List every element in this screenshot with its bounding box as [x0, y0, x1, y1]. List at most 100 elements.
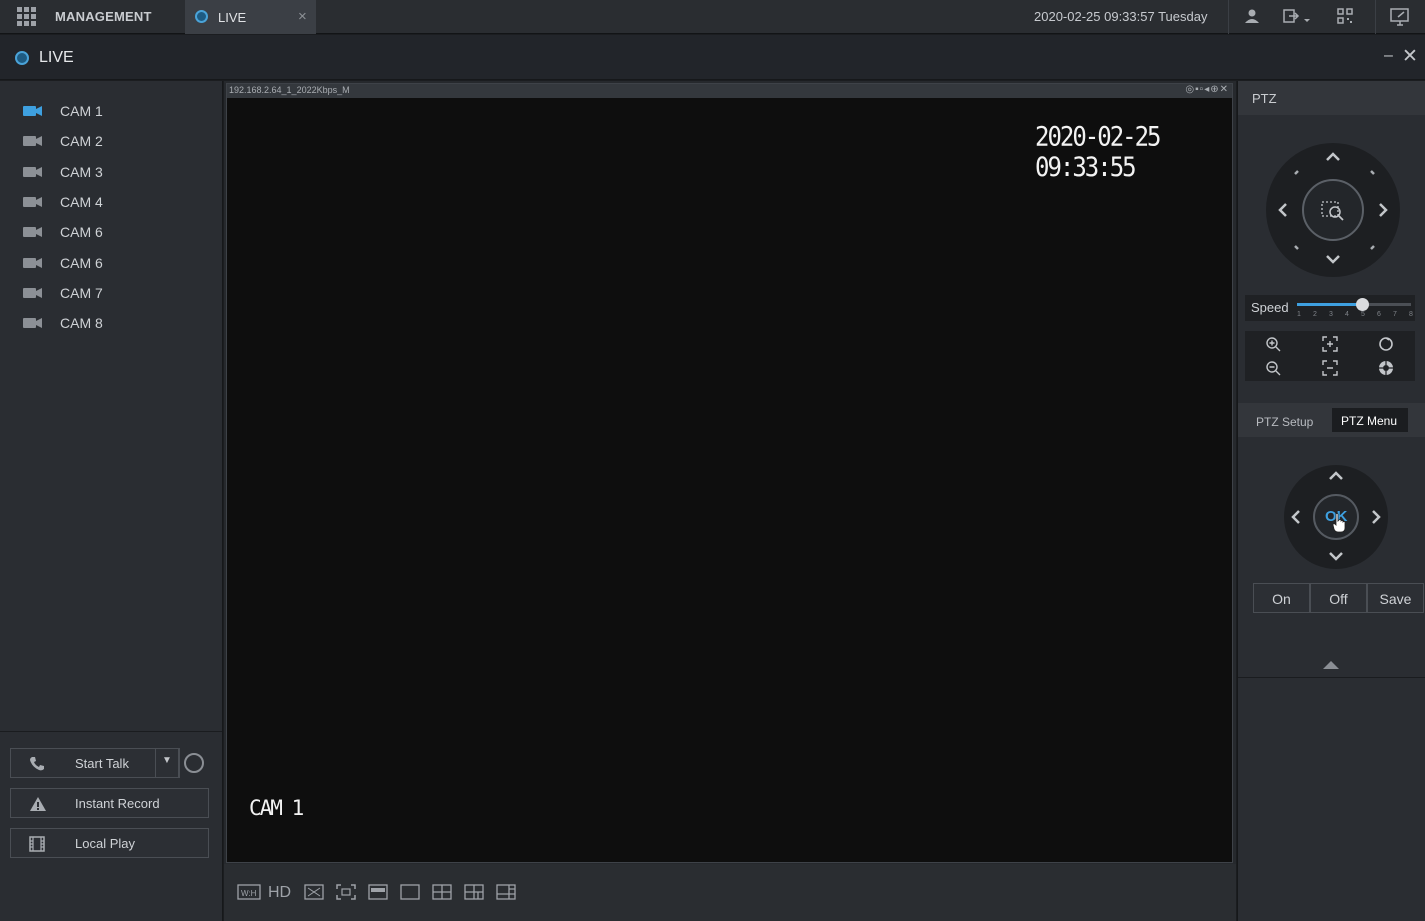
- user-icon: [1245, 9, 1259, 23]
- page-title: LIVE: [39, 49, 74, 66]
- zoom-out-icon[interactable]: [1265, 360, 1281, 376]
- live-title-bar: LIVE – ✕: [0, 35, 1425, 80]
- close-icon[interactable]: ✕: [1402, 45, 1418, 68]
- phone-icon: [30, 757, 44, 771]
- tab-live-label: LIVE: [218, 10, 247, 25]
- chevron-down-icon: ▼: [162, 755, 172, 766]
- qr-button[interactable]: [1323, 0, 1368, 34]
- speed-tick: 7: [1393, 311, 1397, 318]
- stream-info: 192.168.2.64_1_2022Kbps_M: [229, 85, 350, 95]
- logout-button[interactable]: [1273, 0, 1323, 34]
- speed-slider-handle[interactable]: [1356, 298, 1370, 311]
- camera-icon: [23, 136, 42, 147]
- camera-item[interactable]: CAM 7: [0, 278, 222, 308]
- divider: [1238, 677, 1425, 678]
- tab-ptz-menu-label: PTZ Menu: [1341, 414, 1398, 428]
- focus-far-icon[interactable]: [1322, 360, 1338, 376]
- ptz-header: PTZ: [1238, 81, 1425, 115]
- focus-near-icon[interactable]: [1322, 336, 1338, 352]
- stream-quality-icon[interactable]: [304, 884, 324, 900]
- live-indicator-icon: [15, 51, 29, 65]
- warning-icon: [30, 797, 46, 811]
- camera-item[interactable]: CAM 1: [0, 96, 222, 126]
- speed-tick: 2: [1313, 311, 1317, 318]
- layout-1-icon[interactable]: [400, 884, 420, 900]
- camera-label: CAM 3: [60, 163, 103, 180]
- local-play-label: Local Play: [75, 836, 135, 851]
- speed-tick: 6: [1377, 311, 1381, 318]
- speed-tick: 4: [1345, 311, 1349, 318]
- app-grid-icon[interactable]: [16, 6, 38, 28]
- management-tab[interactable]: MANAGEMENT: [55, 9, 152, 24]
- speed-tick: 8: [1409, 311, 1413, 318]
- camera-icon: [23, 257, 42, 268]
- video-header-icons[interactable]: ◎▪▫◂⊕✕: [1185, 84, 1229, 95]
- camera-item[interactable]: CAM 8: [0, 308, 222, 338]
- speed-slider[interactable]: [1297, 298, 1411, 311]
- instant-record-button[interactable]: Instant Record: [10, 788, 209, 818]
- camera-icon: [23, 196, 42, 207]
- pan-right-icon: [1379, 203, 1388, 217]
- camera-item[interactable]: CAM 6: [0, 248, 222, 278]
- tab-close-icon[interactable]: ×: [298, 8, 307, 25]
- divider: [0, 731, 222, 732]
- display-button[interactable]: [1375, 0, 1425, 34]
- tab-ptz-setup[interactable]: PTZ Setup: [1256, 415, 1313, 429]
- monitor-icon: [1390, 8, 1409, 26]
- zoom-focus-iris-controls: [1245, 331, 1415, 381]
- fullscreen-icon[interactable]: [336, 884, 356, 900]
- hd-toggle[interactable]: HD: [268, 884, 291, 902]
- zoom-in-icon[interactable]: [1265, 336, 1281, 352]
- local-play-button[interactable]: Local Play: [10, 828, 209, 858]
- ptz-off-button[interactable]: Off: [1310, 583, 1367, 613]
- speed-tick: 3: [1329, 311, 1333, 318]
- menu-direction-pad[interactable]: OK: [1284, 465, 1388, 569]
- camera-label: CAM 2: [60, 133, 103, 150]
- ptz-on-button[interactable]: On: [1253, 583, 1310, 613]
- pan-down-icon: [1326, 255, 1340, 264]
- camera-icon: [23, 318, 42, 329]
- ptz-direction-pad[interactable]: [1266, 143, 1400, 277]
- osd-camera-name: CAM 1: [249, 796, 304, 820]
- tour-icon[interactable]: [368, 884, 388, 900]
- camera-label: CAM 1: [60, 103, 103, 119]
- camera-icon: [23, 227, 42, 238]
- camera-item[interactable]: CAM 2: [0, 126, 222, 156]
- camera-item[interactable]: CAM 3: [0, 157, 222, 187]
- pan-up-icon: [1326, 152, 1340, 161]
- collapse-panel-icon[interactable]: [1323, 661, 1339, 669]
- iris-open-icon[interactable]: [1378, 336, 1394, 352]
- camera-item[interactable]: CAM 6: [0, 217, 222, 247]
- menu-right-icon: [1372, 510, 1381, 524]
- camera-label: CAM 6: [60, 224, 103, 241]
- camera-sidebar: CAM 1 CAM 2 CAM 3 CAM 4 CAM 6 CAM 6 CAM 7 CAM 8…: [0, 81, 223, 921]
- ptz-panel: PTZ Speed 12345678 PTZ Setup PTZ Menu On…: [1237, 81, 1425, 921]
- user-button[interactable]: [1228, 0, 1273, 34]
- start-talk-label: Start Talk: [75, 756, 129, 771]
- talk-status-icon[interactable]: [184, 753, 204, 773]
- video-window[interactable]: 192.168.2.64_1_2022Kbps_M ◎▪▫◂⊕✕ 2020-02…: [226, 83, 1233, 863]
- video-toolbar: W:H HD: [224, 864, 1236, 921]
- ptz-save-button[interactable]: Save: [1367, 583, 1424, 613]
- video-header: 192.168.2.64_1_2022Kbps_M ◎▪▫◂⊕✕: [227, 84, 1232, 98]
- speed-ticks: 1 2 3 4 5 6 7 8: [1297, 311, 1413, 318]
- talk-options-dropdown[interactable]: ▼: [155, 748, 179, 778]
- layout-6-icon[interactable]: [464, 884, 484, 900]
- layout-custom-icon[interactable]: [496, 884, 516, 900]
- camera-icon: [23, 287, 42, 298]
- ptz-on-label: On: [1272, 591, 1291, 607]
- tab-ptz-menu[interactable]: PTZ Menu: [1332, 408, 1408, 432]
- camera-label: CAM 6: [60, 254, 103, 271]
- camera-item[interactable]: CAM 4: [0, 187, 222, 217]
- layout-4-icon[interactable]: [432, 884, 452, 900]
- camera-icon: [23, 106, 42, 116]
- tab-live[interactable]: LIVE ×: [185, 0, 316, 34]
- aspect-ratio-icon[interactable]: W:H: [237, 884, 261, 900]
- logout-icon: [1283, 9, 1310, 23]
- iris-close-icon[interactable]: [1378, 360, 1394, 376]
- menu-left-icon: [1291, 510, 1300, 524]
- speed-slider-fill: [1297, 303, 1363, 306]
- minimize-icon[interactable]: –: [1384, 47, 1393, 65]
- ptz-tabs: PTZ Setup PTZ Menu: [1238, 403, 1425, 437]
- film-icon: [29, 836, 45, 852]
